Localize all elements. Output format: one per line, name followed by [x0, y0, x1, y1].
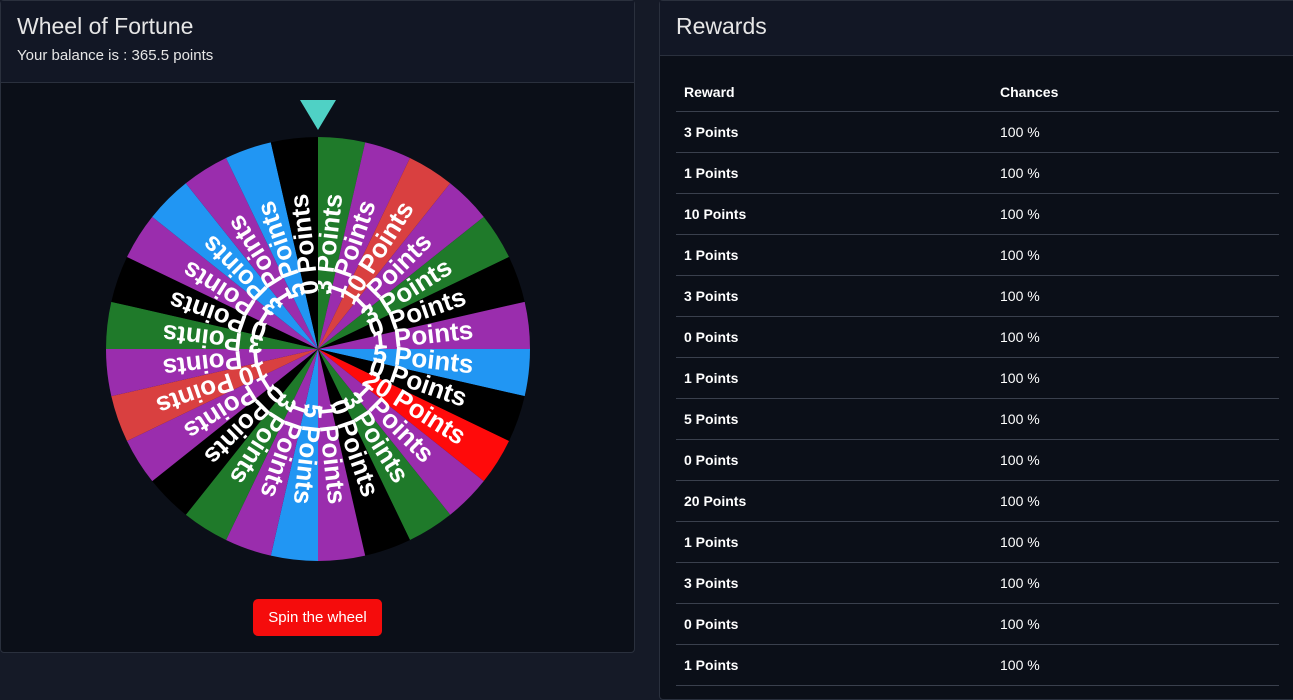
chances-column-header: Chances: [992, 73, 1279, 112]
reward-cell: 1 Points: [676, 152, 992, 194]
reward-cell: 3 Points: [676, 275, 992, 317]
table-row: 3 Points 100 %: [676, 111, 1279, 153]
reward-cell: 5 Points: [676, 398, 992, 440]
rewards-title: Rewards: [676, 13, 767, 39]
table-row: 3 Points 100 %: [676, 562, 1279, 604]
chance-cell: 100 %: [992, 644, 1279, 686]
reward-cell: 1 Points: [676, 644, 992, 686]
chance-cell: 100 %: [992, 275, 1279, 317]
table-row: 1 Points 100 %: [676, 521, 1279, 563]
wheel-pointer-icon: [300, 100, 336, 130]
spin-button[interactable]: Spin the wheel: [253, 599, 382, 636]
table-row: 3 Points 100 %: [676, 275, 1279, 317]
table-row: 1 Points 100 %: [676, 234, 1279, 276]
table-row: 20 Points 100 %: [676, 480, 1279, 522]
chance-cell: 100 %: [992, 562, 1279, 604]
fortune-wheel[interactable]: 3 Points1 Points10 Points1 Points3 Point…: [1, 83, 634, 583]
wheel-card-header: Wheel of Fortune Your balance is : 365.5…: [1, 1, 634, 83]
table-row: 0 Points 100 %: [676, 439, 1279, 481]
table-row: 1 Points 100 %: [676, 357, 1279, 399]
table-row: 0 Points 100 %: [676, 603, 1279, 645]
table-row: 10 Points 100 %: [676, 193, 1279, 235]
table-row: 0 Points 100 %: [676, 316, 1279, 358]
rewards-table-body: 3 Points 100 % 1 Points 100 % 10 Points 100 %…: [676, 111, 1279, 686]
reward-cell: 0 Points: [676, 439, 992, 481]
table-row: 1 Points 100 %: [676, 152, 1279, 194]
chance-cell: 100 %: [992, 234, 1279, 276]
rewards-card: Rewards Reward Chances 3 Points 100 % 1 Po…: [659, 0, 1293, 700]
table-row: 1 Points 100 %: [676, 644, 1279, 686]
chance-cell: 100 %: [992, 439, 1279, 481]
chance-cell: 100 %: [992, 152, 1279, 194]
chance-cell: 100 %: [992, 193, 1279, 235]
reward-cell: 10 Points: [676, 193, 992, 235]
chance-cell: 100 %: [992, 357, 1279, 399]
chance-cell: 100 %: [992, 603, 1279, 645]
reward-cell: 3 Points: [676, 562, 992, 604]
rewards-card-header: Rewards: [660, 1, 1293, 56]
rewards-table: Reward Chances 3 Points 100 % 1 Points 100 …: [676, 73, 1279, 686]
table-row: 5 Points 100 %: [676, 398, 1279, 440]
wheel-card: Wheel of Fortune Your balance is : 365.5…: [0, 0, 635, 653]
wheel-title: Wheel of Fortune: [17, 13, 194, 39]
reward-cell: 3 Points: [676, 111, 992, 153]
chance-cell: 100 %: [992, 111, 1279, 153]
reward-cell: 20 Points: [676, 480, 992, 522]
wheel-segments[interactable]: 3 Points1 Points10 Points1 Points3 Point…: [106, 137, 530, 561]
reward-cell: 1 Points: [676, 234, 992, 276]
reward-cell: 0 Points: [676, 316, 992, 358]
reward-cell: 0 Points: [676, 603, 992, 645]
chance-cell: 100 %: [992, 316, 1279, 358]
chance-cell: 100 %: [992, 480, 1279, 522]
balance-text: Your balance is : 365.5 points: [17, 47, 214, 64]
chance-cell: 100 %: [992, 521, 1279, 563]
chance-cell: 100 %: [992, 398, 1279, 440]
reward-cell: 1 Points: [676, 357, 992, 399]
reward-cell: 1 Points: [676, 521, 992, 563]
reward-column-header: Reward: [676, 73, 992, 112]
rewards-table-header-row: Reward Chances: [676, 73, 1279, 112]
